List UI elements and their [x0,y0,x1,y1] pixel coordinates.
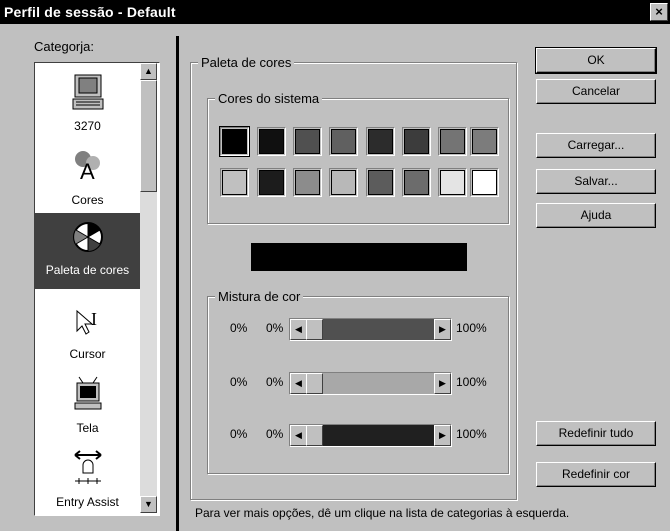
slider-right-button[interactable]: ▶ [434,319,451,340]
slider-track[interactable] [306,373,435,394]
color-swatch[interactable] [366,127,395,156]
colors-icon: A [75,151,100,184]
swatch-fill [259,170,284,195]
slider-left-button[interactable]: ◀ [290,425,307,446]
save-button[interactable]: Salvar... [536,169,656,194]
slider-track[interactable] [306,425,435,446]
scroll-thumb[interactable] [140,80,157,192]
color-swatch[interactable] [470,168,499,197]
color-swatch[interactable] [402,127,431,156]
color-swatch[interactable] [438,168,467,197]
system-colors-label: Cores do sistema [215,91,323,106]
category-scrollbar[interactable]: ▲ ▼ [140,63,157,513]
slider-left-button[interactable]: ◀ [290,319,307,340]
category-item-entry-assist[interactable]: Entry Assist [35,443,140,515]
color-slider[interactable]: ◀ ▶ [289,424,452,447]
swatch-fill [472,129,497,154]
slider-thumb[interactable] [306,319,323,340]
slider-left-button[interactable]: ◀ [290,373,307,394]
color-slider[interactable]: ◀ ▶ [289,372,452,395]
swatch-fill [440,170,465,195]
color-swatch[interactable] [293,127,322,156]
color-swatch[interactable] [329,168,358,197]
slider-right-button[interactable]: ▶ [434,425,451,446]
hint-text: Para ver mais opções, dê um clique na li… [195,506,570,520]
screen-icon [74,376,102,410]
reset-all-button[interactable]: Redefinir tudo [536,421,656,446]
slider-min-label: 0% [230,427,248,441]
swatch-fill [331,170,356,195]
color-swatch[interactable] [293,168,322,197]
slider-track[interactable] [306,319,435,340]
scroll-down-button[interactable]: ▼ [140,496,157,513]
slider-min-label: 0% [230,375,248,389]
slider-max-label: 100% [456,375,487,389]
divider [176,36,179,531]
swatch-fill [404,129,429,154]
category-item-paleta[interactable]: Paleta de cores [35,213,140,289]
swatch-fill [331,129,356,154]
color-swatch[interactable] [366,168,395,197]
color-swatch[interactable] [220,168,249,197]
color-swatch[interactable] [438,127,467,156]
category-item-label: Entry Assist [56,495,119,509]
slider-max-label: 100% [456,321,487,335]
load-button[interactable]: Carregar... [536,133,656,158]
slider-value: 0% [266,427,284,441]
color-slider[interactable]: ◀ ▶ [289,318,452,341]
swatch-fill [259,129,284,154]
color-preview [251,243,467,271]
category-label: Categorja: [34,39,94,54]
palette-group-label: Paleta de cores [198,55,295,70]
ok-button[interactable]: OK [535,47,657,74]
title-bar: Perfil de sessão - Default × [0,0,670,24]
palette-icon [73,222,103,252]
category-item-label: 3270 [74,119,101,133]
color-swatch[interactable] [257,168,286,197]
color-swatch[interactable] [257,127,286,156]
swatch-fill [222,129,247,154]
swatch-fill [295,170,320,195]
category-item-label: Cursor [69,347,106,361]
slider-value: 0% [266,375,284,389]
category-item-label: Paleta de cores [45,263,130,277]
swatch-fill [440,129,465,154]
cancel-button[interactable]: Cancelar [536,79,656,104]
reset-color-button[interactable]: Redefinir cor [536,462,656,487]
color-swatch[interactable] [329,127,358,156]
slider-thumb[interactable] [306,373,323,394]
color-swatch[interactable] [219,126,250,157]
svg-text:A: A [80,159,95,184]
system-colors-group [207,98,509,224]
color-swatch[interactable] [402,168,431,197]
category-item-label: Cores [71,193,104,207]
category-item-label: Tela [76,421,99,435]
swatch-fill [222,170,247,195]
slider-value: 0% [266,321,284,335]
scroll-up-button[interactable]: ▲ [140,63,157,80]
color-mix-label: Mistura de cor [215,289,304,304]
slider-max-label: 100% [456,427,487,441]
slider-right-button[interactable]: ▶ [434,373,451,394]
slider-min-label: 0% [230,321,248,335]
window-title: Perfil de sessão - Default [4,4,176,20]
entry-assist-icon [74,450,102,484]
slider-thumb[interactable] [306,425,323,446]
swatch-fill [404,170,429,195]
swatch-fill [295,129,320,154]
color-swatch[interactable] [470,127,499,156]
close-button[interactable]: × [650,3,668,21]
svg-text:I: I [91,309,97,329]
swatch-fill [368,170,393,195]
swatch-fill [368,129,393,154]
help-button[interactable]: Ajuda [536,203,656,228]
swatch-fill [472,170,497,195]
terminal-icon [72,74,104,110]
cursor-icon: I [76,309,97,335]
